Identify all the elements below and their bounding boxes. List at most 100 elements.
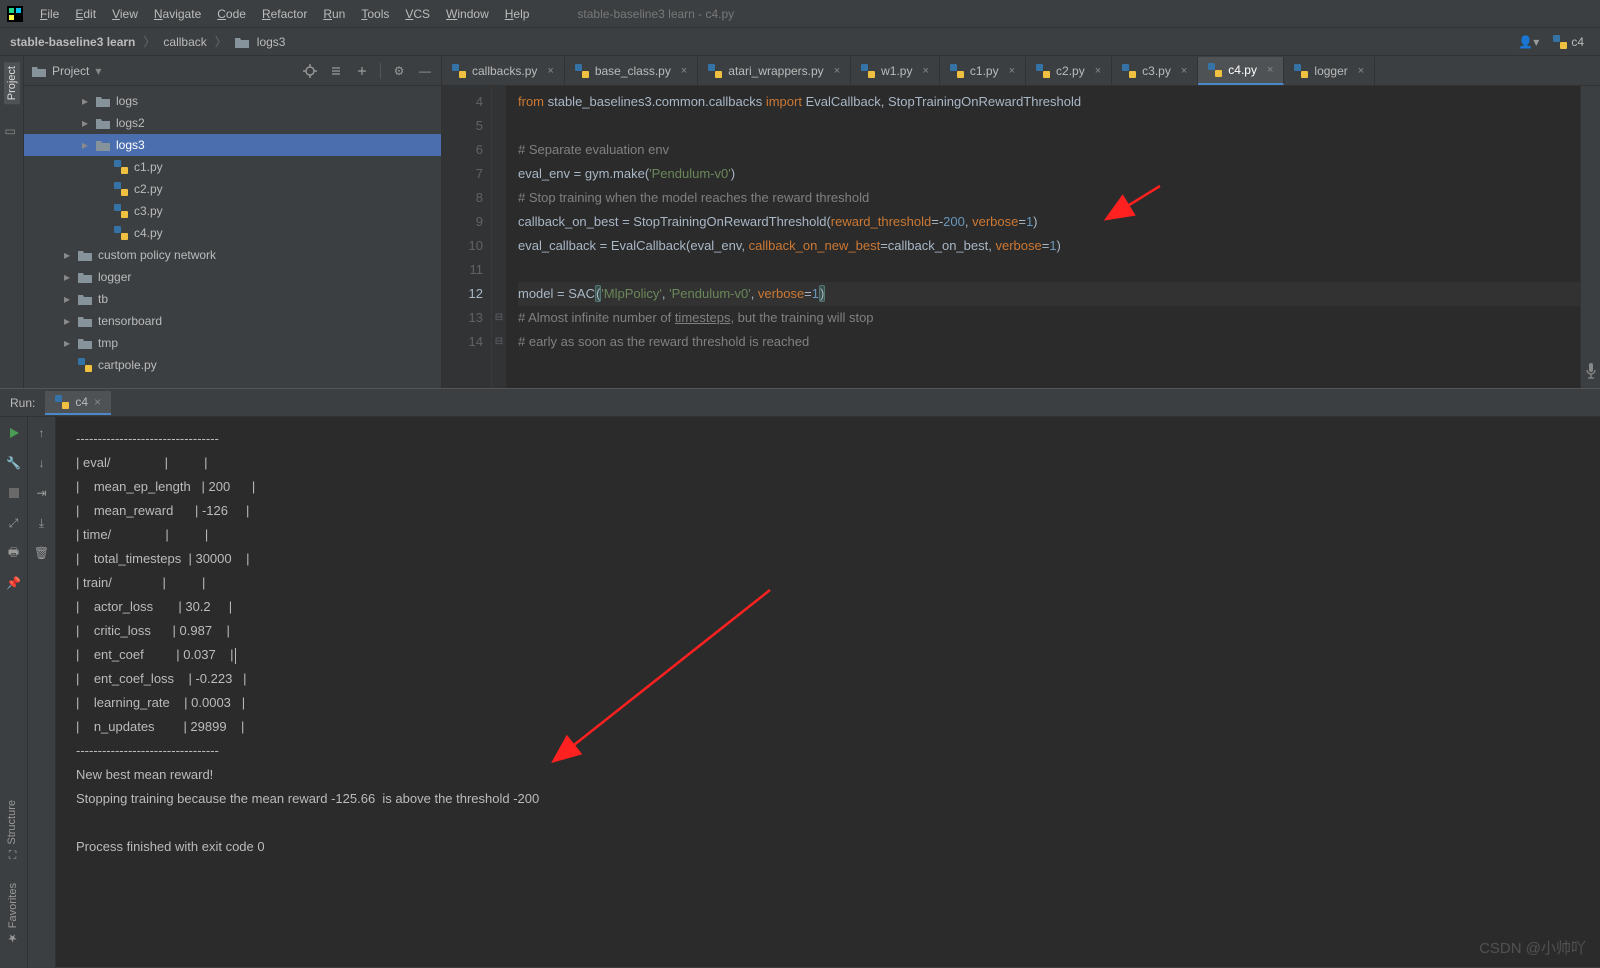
editor-tab[interactable]: w1.py× <box>851 57 940 85</box>
tree-item[interactable]: c3.py <box>24 200 441 222</box>
chevron-down-icon[interactable]: ▾ <box>95 64 101 78</box>
close-icon[interactable]: × <box>834 65 840 77</box>
code-line[interactable]: from stable_baselines3.common.callbacks … <box>518 90 1580 114</box>
editor-tab[interactable]: c4.py× <box>1198 57 1284 85</box>
user-icon[interactable]: 👤▾ <box>1518 35 1539 49</box>
crumb-project[interactable]: stable-baseline3 learn <box>10 35 135 49</box>
close-icon[interactable]: × <box>681 65 687 77</box>
chevron-right-icon[interactable]: ▸ <box>62 292 72 306</box>
run-config-label: c4 <box>1571 35 1584 49</box>
menu-window[interactable]: Window <box>438 3 497 25</box>
chevron-right-icon[interactable]: ▸ <box>80 138 90 152</box>
close-icon[interactable]: × <box>547 65 553 77</box>
tree-item[interactable]: ▸custom policy network <box>24 244 441 266</box>
tree-item[interactable]: ▸logger <box>24 266 441 288</box>
code-area[interactable]: from stable_baselines3.common.callbacks … <box>506 86 1580 388</box>
gear-icon[interactable]: ⚙ <box>391 63 407 79</box>
console-line: | mean_ep_length | 200 | <box>76 475 1580 499</box>
chevron-right-icon[interactable]: ▸ <box>62 336 72 350</box>
code-line[interactable]: # Almost infinite number of timesteps, b… <box>518 306 1580 330</box>
chevron-right-icon[interactable]: ▸ <box>80 116 90 130</box>
menu-help[interactable]: Help <box>497 3 538 25</box>
tree-item[interactable]: cartpole.py <box>24 354 441 376</box>
close-icon[interactable]: × <box>1358 65 1364 77</box>
print-button[interactable]: 🖶 <box>4 543 24 563</box>
editor-tab[interactable]: logger× <box>1284 57 1375 85</box>
console-output[interactable]: ---------------------------------| eval/… <box>56 417 1600 967</box>
code-line[interactable] <box>518 258 1580 282</box>
run-tab[interactable]: c4 × <box>45 391 111 415</box>
locate-icon[interactable] <box>302 63 318 79</box>
editor-tab[interactable]: c3.py× <box>1112 57 1198 85</box>
close-icon[interactable]: × <box>1095 65 1101 77</box>
stop-button[interactable] <box>4 483 24 503</box>
tree-label: tensorboard <box>98 314 162 328</box>
soft-wrap-icon[interactable]: ⇥ <box>32 483 52 503</box>
collapse-icon[interactable]: ▭ <box>5 124 19 138</box>
breadcrumb: stable-baseline3 learn 〉 callback 〉 logs… <box>10 33 285 50</box>
menu-view[interactable]: View <box>104 3 146 25</box>
close-icon[interactable]: × <box>1181 65 1187 77</box>
editor-tab[interactable]: c2.py× <box>1026 57 1112 85</box>
chevron-right-icon[interactable]: ▸ <box>62 270 72 284</box>
code-line[interactable]: eval_env = gym.make('Pendulum-v0') <box>518 162 1580 186</box>
scroll-to-end-icon[interactable]: ⤓ <box>32 513 52 533</box>
code-line[interactable]: # Stop training when the model reaches t… <box>518 186 1580 210</box>
tree-item[interactable]: ▸logs2 <box>24 112 441 134</box>
menu-code[interactable]: Code <box>209 3 254 25</box>
pin-icon[interactable]: 📌 <box>4 573 24 593</box>
tree-item[interactable]: ▸tmp <box>24 332 441 354</box>
close-icon[interactable]: × <box>94 395 101 409</box>
close-icon[interactable]: × <box>1009 65 1015 77</box>
editor-tab[interactable]: c1.py× <box>940 57 1026 85</box>
editor-body[interactable]: 4567891011121314 ⊟⊟ from stable_baseline… <box>442 86 1600 388</box>
code-line[interactable] <box>518 114 1580 138</box>
menu-file[interactable]: File <box>32 3 67 25</box>
up-arrow-icon[interactable]: ↑ <box>32 423 52 443</box>
down-arrow-icon[interactable]: ↓ <box>32 453 52 473</box>
menu-refactor[interactable]: Refactor <box>254 3 315 25</box>
editor-tab[interactable]: base_class.py× <box>565 57 698 85</box>
code-line[interactable]: eval_callback = EvalCallback(eval_env, c… <box>518 234 1580 258</box>
chevron-right-icon[interactable]: ▸ <box>62 314 72 328</box>
collapse-all-icon[interactable] <box>354 63 370 79</box>
left-tool-gutter: Project ▭ <box>0 56 24 388</box>
code-line[interactable]: # Separate evaluation env <box>518 138 1580 162</box>
tree-item[interactable]: ▸logs3 <box>24 134 441 156</box>
crumb-folder[interactable]: callback <box>163 35 206 49</box>
project-tree[interactable]: ▸logs▸logs2▸logs3c1.pyc2.pyc3.pyc4.py▸cu… <box>24 86 441 388</box>
hide-panel-icon[interactable]: — <box>417 63 433 79</box>
code-line[interactable]: callback_on_best = StopTrainingOnRewardT… <box>518 210 1580 234</box>
console-line: Stopping training because the mean rewar… <box>76 787 1580 811</box>
layout-icon[interactable]: ⤢ <box>4 513 24 533</box>
wrench-icon[interactable]: 🔧 <box>4 453 24 473</box>
tree-item[interactable]: c2.py <box>24 178 441 200</box>
run-config-selector[interactable]: c4 <box>1553 35 1584 49</box>
structure-tool-tab[interactable]: ⛶ Structure <box>4 796 20 863</box>
code-line[interactable]: model = SAC('MlpPolicy', 'Pendulum-v0', … <box>518 282 1580 306</box>
code-line[interactable]: # early as soon as the reward threshold … <box>518 330 1580 354</box>
menu-tools[interactable]: Tools <box>353 3 397 25</box>
crumb-subfolder[interactable]: logs3 <box>257 35 286 49</box>
tree-item[interactable]: ▸logs <box>24 90 441 112</box>
expand-all-icon[interactable] <box>328 63 344 79</box>
editor-tab[interactable]: atari_wrappers.py× <box>698 57 851 85</box>
mic-icon[interactable] <box>1584 362 1598 380</box>
close-icon[interactable]: × <box>1267 64 1273 76</box>
close-icon[interactable]: × <box>922 65 928 77</box>
menu-run[interactable]: Run <box>315 3 353 25</box>
chevron-right-icon[interactable]: ▸ <box>62 248 72 262</box>
menu-edit[interactable]: Edit <box>67 3 104 25</box>
trash-icon[interactable]: 🗑 <box>32 543 52 563</box>
chevron-right-icon[interactable]: ▸ <box>80 94 90 108</box>
tree-item[interactable]: ▸ tensorboard <box>24 310 441 332</box>
editor-tab[interactable]: callbacks.py× <box>442 57 565 85</box>
project-tool-tab[interactable]: Project <box>4 62 20 104</box>
menu-navigate[interactable]: Navigate <box>146 3 209 25</box>
favorites-tool-tab[interactable]: ★ Favorites <box>4 879 21 948</box>
menu-vcs[interactable]: VCS <box>397 3 438 25</box>
rerun-button[interactable] <box>4 423 24 443</box>
tree-item[interactable]: ▸tb <box>24 288 441 310</box>
tree-item[interactable]: c4.py <box>24 222 441 244</box>
tree-item[interactable]: c1.py <box>24 156 441 178</box>
